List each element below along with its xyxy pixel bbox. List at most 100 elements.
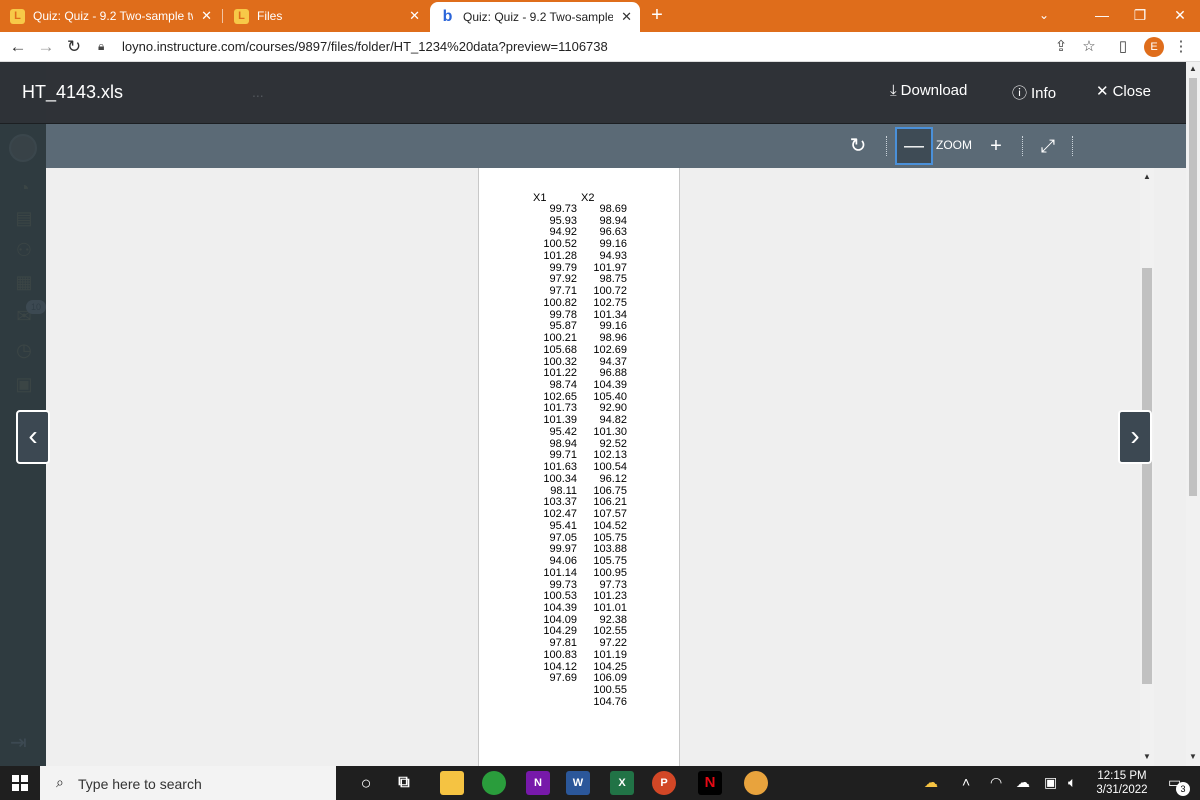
task-view-icon[interactable]: ⧉ [392, 771, 416, 795]
scrollbar-thumb[interactable] [1189, 78, 1197, 496]
canvas-favicon-icon: L [234, 8, 249, 24]
volume-icon[interactable]: 🔈︎ [1068, 774, 1076, 791]
address-bar: ← → ↻ 🔒︎ loyno.instructure.com/courses/9… [0, 32, 1200, 62]
close-icon[interactable]: ✕ [409, 8, 420, 24]
tab-files[interactable]: L Files ✕ [224, 0, 428, 32]
column-header-x1: X1 [533, 192, 547, 204]
file-explorer-icon[interactable] [440, 771, 464, 795]
zoom-in-button[interactable]: + [982, 132, 1010, 160]
cell-x1: 94.06 [549, 555, 577, 568]
powerpoint-icon[interactable]: P [652, 771, 676, 795]
close-icon[interactable]: ✕ [201, 8, 212, 24]
lock-icon: 🔒︎ [98, 39, 105, 53]
column-x1-values: 99.73 95.93 94.92 100.52 101.28 99.79 97.92 97.… [537, 203, 577, 685]
fullscreen-expand-icon[interactable]: ⤢ [1034, 132, 1062, 160]
zoom-out-button[interactable]: — [895, 127, 933, 165]
tab-quiz-2-active[interactable]: b Quiz: Quiz - 9.2 Two-sample two- ✕ [430, 2, 640, 32]
cell-x2: 101.01 [593, 601, 627, 614]
wifi-icon[interactable]: ◠ [990, 774, 1002, 791]
notification-count-badge: 3 [1176, 782, 1190, 796]
cell-x2: 102.69 [593, 343, 627, 356]
scroll-down-arrow-icon[interactable]: ▼ [1189, 752, 1197, 761]
scrollbar-thumb[interactable] [1142, 268, 1152, 684]
onedrive-cloud-icon[interactable]: ☁ [1016, 774, 1030, 791]
meet-now-icon[interactable]: ▣ [1044, 774, 1057, 791]
column-header-x2: X2 [581, 192, 595, 204]
cell-x1: 101.28 [543, 249, 577, 262]
zoom-label: ZOOM [936, 138, 972, 152]
cell-x2: 105.75 [593, 555, 627, 568]
weather-icon[interactable]: ☁ [924, 774, 938, 791]
close-preview-button[interactable]: ✕ Close [1096, 82, 1151, 100]
reload-icon[interactable]: ↻ [62, 36, 86, 58]
show-hidden-icons-icon[interactable]: ˄ [962, 774, 970, 790]
tab-title: Quiz: Quiz - 9.2 Two-sample two- [463, 10, 613, 24]
download-button[interactable]: ⤓ Download [890, 82, 967, 99]
cell-x2: 104.52 [593, 519, 627, 532]
cortana-icon[interactable]: ○ [354, 771, 378, 795]
scroll-up-arrow-icon[interactable]: ▲ [1189, 64, 1197, 73]
cell-x2: 100.95 [593, 566, 627, 579]
windows-taskbar: ⌕ Type here to search ○ ⧉ N W X P N ☁ ˄ … [0, 766, 1200, 800]
cell-x2: 101.30 [593, 425, 627, 438]
back-arrow-icon[interactable]: ← [6, 36, 30, 58]
bookmark-star-icon[interactable]: ☆ [1078, 37, 1100, 57]
file-preview-overlay: HT_4143.xls ... ⤓ Download ⓘ Info ✕ Close ↻… [0, 62, 1186, 766]
url-field[interactable]: 🔒︎ loyno.instructure.com/courses/9897/fi… [92, 35, 1062, 59]
new-tab-button[interactable]: + [646, 3, 668, 27]
previous-file-button[interactable]: ‹ [16, 410, 50, 464]
tab-quiz-1[interactable]: L Quiz: Quiz - 9.2 Two-sample two- ✕ [0, 0, 220, 32]
toolbar-divider [1072, 136, 1073, 156]
windows-start-icon[interactable] [12, 775, 28, 791]
info-button[interactable]: ⓘ Info [1012, 82, 1056, 103]
cell-x1: 100.34 [543, 472, 577, 485]
cell-x1: 104.39 [543, 601, 577, 614]
excel-icon[interactable]: X [610, 771, 634, 795]
restore-icon[interactable]: ❐ [1120, 0, 1160, 32]
download-icon: ⤓ [890, 82, 897, 99]
preview-header: HT_4143.xls ... ⤓ Download ⓘ Info ✕ Close [0, 62, 1186, 124]
file-name: HT_4143.xls [22, 82, 124, 102]
chrome-icon[interactable] [482, 771, 506, 795]
browser-tab-strip: L Quiz: Quiz - 9.2 Two-sample two- ✕ L F… [0, 0, 1200, 32]
download-label: Download [900, 82, 968, 99]
page-scrollbar[interactable]: ▲ ▼ [1186, 62, 1200, 766]
scroll-down-arrow-icon[interactable]: ▼ [1143, 752, 1151, 761]
forward-arrow-icon[interactable]: → [34, 36, 58, 58]
netflix-icon[interactable]: N [698, 771, 722, 795]
cell-x1: 95.41 [549, 519, 577, 532]
tab-search-chevron-icon[interactable]: ⌄ [1024, 0, 1064, 32]
cell-x2: 94.93 [599, 249, 627, 262]
taskbar-clock[interactable]: 12:15 PM 3/31/2022 [1092, 769, 1152, 797]
search-icon: ⌕ [56, 774, 64, 790]
document-viewer: X1 X2 99.73 95.93 94.92 100.52 101.28 99.79 97… [46, 168, 1186, 766]
tab-divider [222, 9, 223, 23]
extension-icon[interactable]: ▯ [1112, 37, 1134, 57]
close-icon: ✕ [1096, 83, 1109, 100]
cell-x2: 104.39 [593, 379, 627, 392]
background-breadcrumb: ... [252, 84, 264, 100]
profile-avatar[interactable]: E [1144, 37, 1164, 57]
window-close-icon[interactable]: ✕ [1160, 0, 1200, 32]
menu-kebab-icon[interactable]: ⋮ [1170, 37, 1192, 57]
cell-x2: 96.12 [599, 472, 627, 485]
taskbar-search-box[interactable]: ⌕ Type here to search [40, 766, 336, 800]
cell-x2: 98.69 [599, 203, 627, 215]
close-icon[interactable]: ✕ [621, 9, 632, 25]
viewer-scrollbar[interactable]: ▲ ▼ [1140, 168, 1154, 766]
rotate-icon[interactable]: ↻ [844, 132, 872, 160]
share-icon[interactable]: ⇪ [1050, 37, 1072, 57]
onenote-icon[interactable]: N [526, 771, 550, 795]
minimize-icon[interactable]: — [1082, 0, 1122, 32]
scroll-up-arrow-icon[interactable]: ▲ [1143, 172, 1151, 181]
cell-x1: 100.82 [543, 296, 577, 309]
word-icon[interactable]: W [566, 771, 590, 795]
info-label: Info [1031, 85, 1057, 102]
url-text: loyno.instructure.com/courses/9897/files… [122, 39, 608, 54]
close-label: Close [1112, 83, 1151, 100]
clock-date: 3/31/2022 [1096, 784, 1148, 796]
chrome-profile-icon[interactable] [744, 771, 768, 795]
next-file-button[interactable]: › [1118, 410, 1152, 464]
cell-x1: 97.69 [549, 672, 577, 685]
bartleby-favicon-icon: b [442, 8, 453, 25]
